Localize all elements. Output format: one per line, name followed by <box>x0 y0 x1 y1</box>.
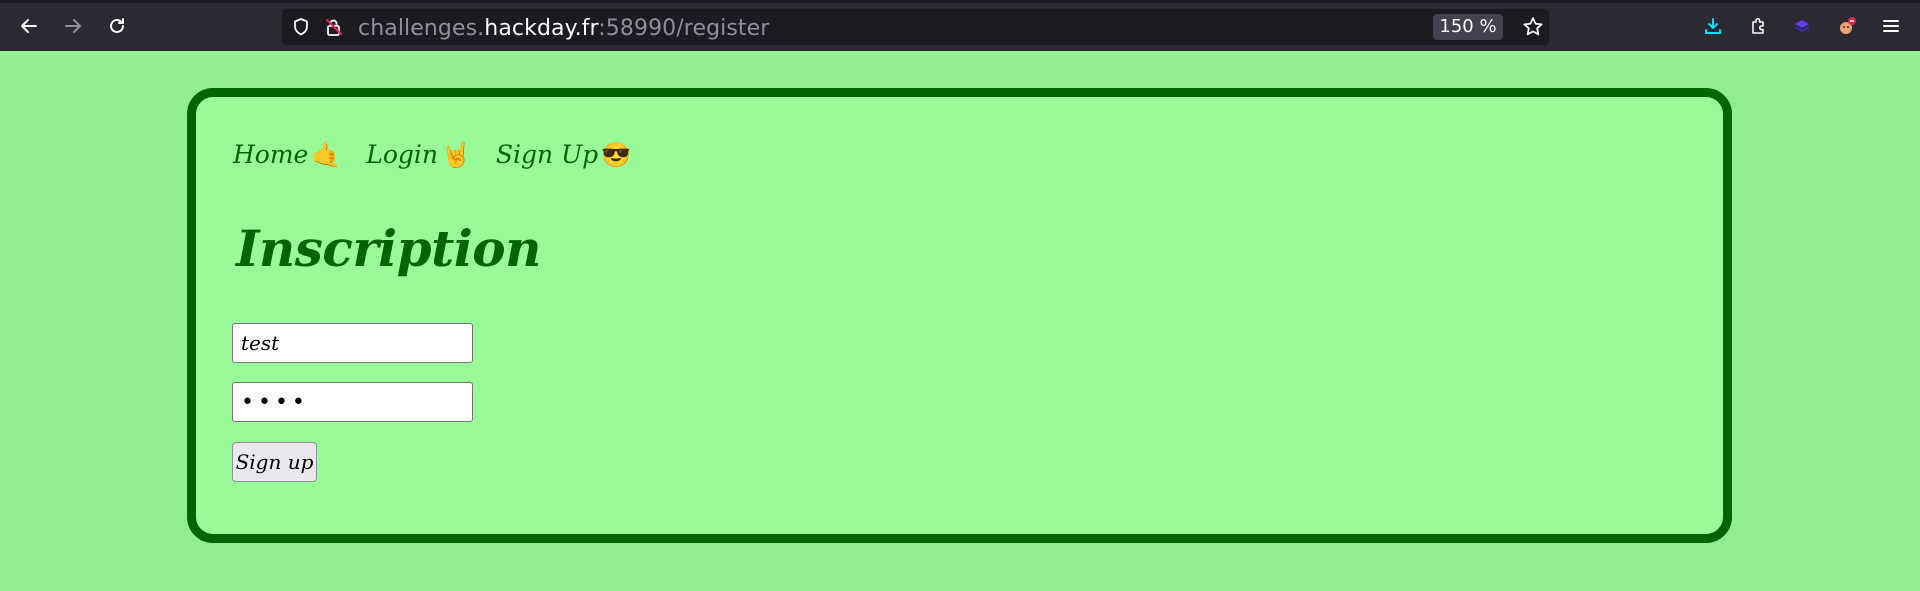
arrow-left-icon <box>21 19 37 33</box>
back-button[interactable] <box>13 10 45 42</box>
password-input[interactable] <box>232 382 473 422</box>
nav-login-link[interactable]: Login 🤘 <box>366 140 471 169</box>
sign-up-button[interactable]: Sign up <box>232 442 317 482</box>
menu-button[interactable] <box>1875 10 1907 42</box>
url-bar[interactable]: challenges.hackday.fr:58990/register 150… <box>282 9 1549 45</box>
nav-home-link[interactable]: Home 🤙 <box>233 140 341 169</box>
forward-button[interactable] <box>57 10 89 42</box>
download-icon <box>1705 18 1721 34</box>
tab-strip-edge <box>0 0 1920 3</box>
browser-toolbar: challenges.hackday.fr:58990/register 150… <box>0 0 1920 51</box>
bookmark-star-icon[interactable] <box>1522 16 1544 38</box>
puzzle-icon <box>1752 17 1764 34</box>
nav-login-label: Login <box>366 140 439 169</box>
url-suffix: :58990/register <box>598 16 770 41</box>
reload-button[interactable] <box>101 10 133 42</box>
extension-layers-button[interactable] <box>1786 10 1818 42</box>
username-input[interactable] <box>232 323 473 363</box>
url-host: hackday.fr <box>484 16 599 41</box>
insecure-lock-icon[interactable] <box>324 17 344 37</box>
avatar-extension-icon <box>1840 17 1856 34</box>
rock-hand-icon: 🤘 <box>441 140 471 169</box>
content-card: Home 🤙 Login 🤘 Sign Up 😎 Inscription Sig… <box>187 88 1732 543</box>
sunglasses-face-icon: 😎 <box>601 140 632 169</box>
call-me-hand-icon: 🤙 <box>311 140 342 169</box>
hamburger-menu-icon <box>1883 20 1899 32</box>
arrow-right-icon <box>65 19 81 33</box>
reload-icon <box>110 18 124 33</box>
nav-signup-label: Sign Up <box>495 140 599 169</box>
extension-avatar-button[interactable] <box>1831 10 1863 42</box>
nav-home-label: Home <box>233 140 309 169</box>
extensions-button[interactable] <box>1742 10 1774 42</box>
nav-signup-link[interactable]: Sign Up 😎 <box>496 140 631 169</box>
downloads-button[interactable] <box>1697 10 1729 42</box>
url-prefix: challenges. <box>358 16 485 41</box>
layers-icon <box>1794 20 1810 33</box>
url-text[interactable]: challenges.hackday.fr:58990/register <box>358 16 769 41</box>
zoom-level-button[interactable]: 150 % <box>1433 14 1503 40</box>
page-title: Inscription <box>236 219 541 278</box>
shield-icon[interactable] <box>291 17 311 37</box>
site-nav: Home 🤙 Login 🤘 Sign Up 😎 <box>233 140 631 169</box>
